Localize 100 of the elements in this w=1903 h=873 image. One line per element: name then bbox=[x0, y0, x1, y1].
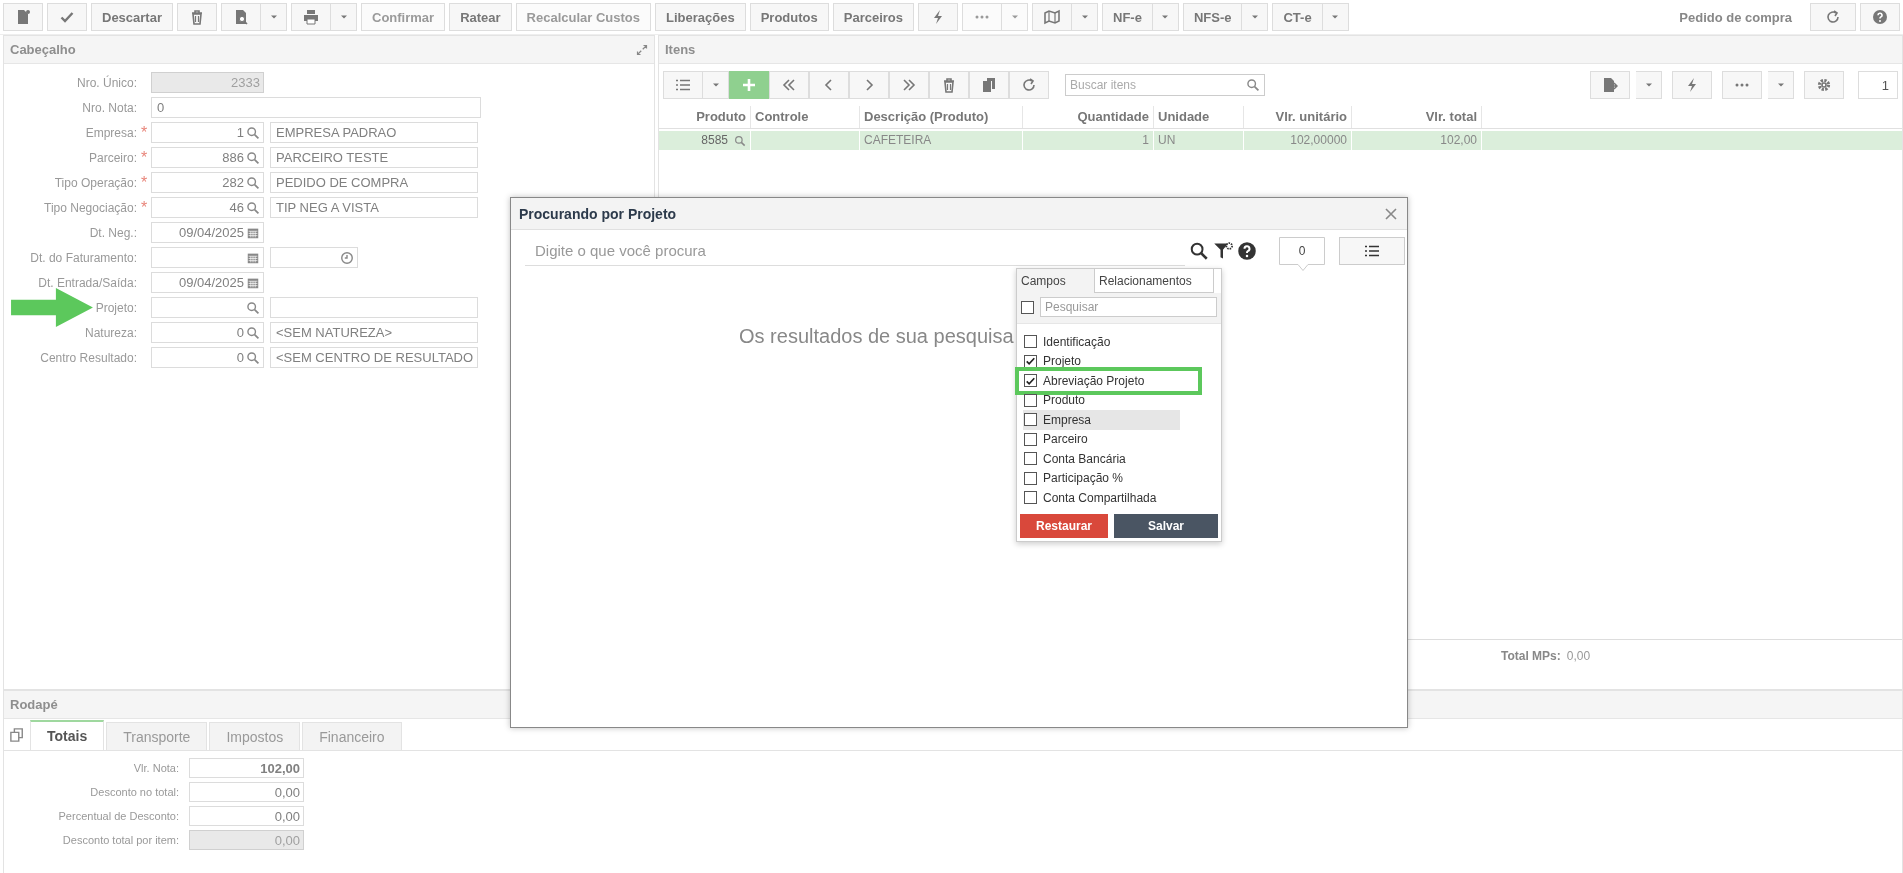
checkbox[interactable] bbox=[1024, 471, 1037, 485]
tab[interactable]: Financeiro bbox=[302, 722, 402, 750]
column-header[interactable]: Produto bbox=[659, 106, 751, 128]
check-icon bbox=[59, 9, 75, 25]
panel-title: Cabeçalho bbox=[10, 42, 76, 57]
tab[interactable]: Transporte bbox=[106, 722, 208, 750]
toolbar-icon-button[interactable] bbox=[729, 71, 769, 99]
close-button[interactable] bbox=[1383, 205, 1399, 222]
trash-icon bbox=[941, 77, 957, 93]
required-mark: * bbox=[140, 123, 148, 141]
menu-item[interactable]: Conta Bancária bbox=[1023, 449, 1180, 469]
menu-item[interactable]: Conta Compartilhada bbox=[1023, 488, 1180, 508]
checkbox[interactable] bbox=[1021, 300, 1034, 314]
checkbox[interactable] bbox=[1024, 432, 1037, 446]
checkbox[interactable] bbox=[1024, 335, 1037, 349]
first-page-icon bbox=[781, 77, 797, 93]
lookup-field[interactable]: 0 bbox=[151, 322, 264, 343]
menu-item[interactable]: Participação % bbox=[1023, 468, 1180, 488]
search-field[interactable]: Buscar itens bbox=[1065, 74, 1265, 96]
menu-item[interactable]: Produto bbox=[1023, 390, 1180, 410]
checkbox[interactable] bbox=[1024, 452, 1037, 466]
copy-icon[interactable] bbox=[10, 728, 24, 742]
toolbar-icon-button[interactable] bbox=[3, 3, 43, 31]
menu-item[interactable]: Identificação bbox=[1023, 332, 1180, 352]
toolbar-button[interactable]: Produtos bbox=[749, 3, 829, 31]
tab[interactable]: Totais bbox=[30, 720, 105, 750]
required-mark: * bbox=[140, 173, 148, 191]
date-field[interactable] bbox=[151, 247, 264, 268]
lookup-field[interactable]: 1 bbox=[151, 122, 264, 143]
lookup-field[interactable]: 0 bbox=[151, 347, 264, 368]
toolbar-icon-button[interactable] bbox=[809, 71, 849, 99]
toolbar-button[interactable]: Ratear bbox=[449, 3, 512, 31]
date-field[interactable]: 09/04/2025 bbox=[151, 222, 264, 243]
search-icon[interactable] bbox=[1189, 241, 1209, 261]
date-field[interactable]: 09/04/2025 bbox=[151, 272, 264, 293]
field-label: Vlr. Nota: bbox=[132, 762, 179, 774]
time-field[interactable] bbox=[270, 247, 358, 268]
toolbar-icon-button[interactable] bbox=[918, 3, 958, 31]
input-field: 0,00 bbox=[189, 830, 304, 850]
menu-item[interactable]: Empresa bbox=[1023, 410, 1180, 430]
tab[interactable]: Campos bbox=[1017, 269, 1094, 293]
input-field[interactable]: 102,00 bbox=[189, 758, 304, 778]
menu-item[interactable]: Parceiro bbox=[1023, 429, 1180, 449]
toolbar-icon-button[interactable] bbox=[47, 3, 87, 31]
reset-button[interactable]: Restaurar bbox=[1020, 514, 1108, 538]
toolbar-button[interactable]: Parceiros bbox=[832, 3, 914, 31]
description-field: PARCEIRO TESTE bbox=[270, 147, 478, 168]
toolbar-button[interactable]: Liberações bbox=[655, 3, 746, 31]
lookup-field[interactable]: 46 bbox=[151, 197, 264, 218]
toolbar-icon-button[interactable] bbox=[177, 3, 217, 31]
lookup-field[interactable] bbox=[151, 297, 264, 318]
search-field[interactable]: Pesquisar bbox=[1040, 297, 1217, 317]
toolbar-icon-button[interactable] bbox=[969, 71, 1009, 99]
toolbar-button[interactable]: NF-e bbox=[1102, 3, 1153, 31]
toolbar-icon-button[interactable] bbox=[221, 3, 261, 31]
toolbar-button[interactable]: Descartar bbox=[91, 3, 173, 31]
toolbar-icon-button[interactable] bbox=[929, 71, 969, 99]
menu-item[interactable]: Projeto bbox=[1023, 351, 1180, 371]
input-field[interactable]: 0,00 bbox=[189, 782, 304, 802]
filter-settings-icon[interactable] bbox=[1213, 241, 1233, 261]
toolbar-button[interactable]: CT-e bbox=[1272, 3, 1323, 31]
tab[interactable]: Impostos bbox=[209, 722, 301, 750]
menu-item[interactable]: Abreviação Projeto bbox=[1023, 371, 1180, 391]
column-header[interactable]: Controle bbox=[751, 106, 860, 128]
table-row[interactable]: 8585 CAFETEIRA 1 UN 102,00000 102,00 bbox=[659, 131, 1902, 150]
input-field[interactable]: 0,00 bbox=[189, 806, 304, 826]
toolbar-icon-button[interactable] bbox=[889, 71, 929, 99]
toolbar-icon-button[interactable] bbox=[663, 71, 703, 99]
column-header[interactable]: Descrição (Produto) bbox=[860, 106, 1023, 128]
panel-title: Itens bbox=[665, 42, 696, 57]
column-header[interactable]: Vlr. total bbox=[1352, 106, 1482, 128]
checkbox[interactable] bbox=[1024, 374, 1037, 388]
help-button[interactable] bbox=[1860, 3, 1900, 31]
toolbar-icon-button[interactable] bbox=[849, 71, 889, 99]
clock-icon[interactable] bbox=[340, 250, 354, 265]
toolbar-icon-button[interactable] bbox=[1032, 3, 1072, 31]
column-header[interactable]: Vlr. unitário bbox=[1244, 106, 1352, 128]
checkbox[interactable] bbox=[1024, 491, 1037, 505]
expand-icon[interactable] bbox=[636, 43, 648, 56]
toolbar-icon-button[interactable] bbox=[291, 3, 331, 31]
tab[interactable]: Relacionamentos bbox=[1094, 269, 1214, 293]
save-button[interactable]: Salvar bbox=[1114, 514, 1218, 538]
checkbox[interactable] bbox=[1024, 354, 1037, 368]
refresh-button[interactable] bbox=[1810, 3, 1856, 31]
help-icon[interactable] bbox=[1237, 241, 1257, 261]
column-header[interactable]: Quantidade bbox=[1023, 106, 1154, 128]
page-field[interactable]: 1 bbox=[1858, 71, 1898, 99]
toolbar-icon-button[interactable] bbox=[1672, 71, 1712, 99]
printer-icon bbox=[303, 9, 319, 25]
checkbox[interactable] bbox=[1024, 413, 1037, 427]
columns-button[interactable] bbox=[1339, 237, 1405, 265]
lookup-field[interactable]: 886 bbox=[151, 147, 264, 168]
toolbar-button[interactable]: NFS-e bbox=[1182, 3, 1243, 31]
toolbar-icon-button[interactable] bbox=[1590, 71, 1630, 99]
toolbar-icon-button[interactable] bbox=[769, 71, 809, 99]
toolbar-icon-button[interactable] bbox=[1009, 71, 1049, 99]
lookup-field[interactable]: 282 bbox=[151, 172, 264, 193]
settings-button[interactable] bbox=[1804, 71, 1844, 99]
input-field[interactable]: 0 bbox=[151, 97, 481, 118]
column-header[interactable]: Unidade bbox=[1154, 106, 1244, 128]
